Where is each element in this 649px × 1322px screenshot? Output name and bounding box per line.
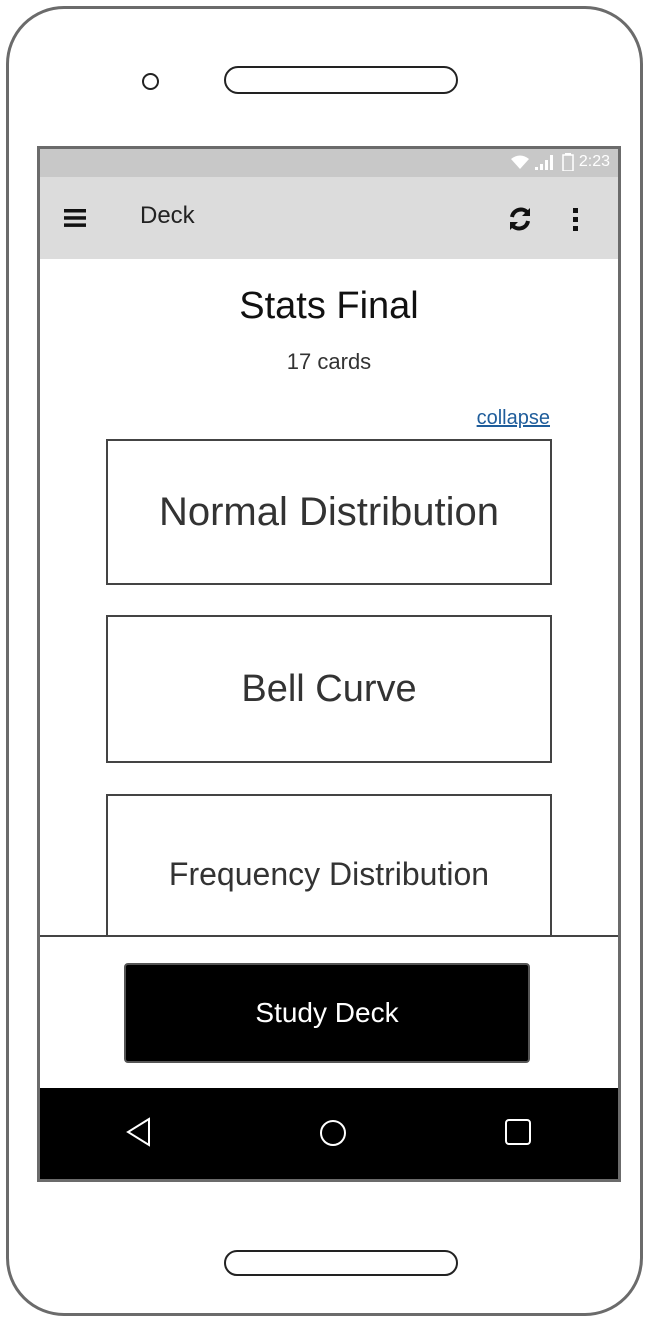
- battery-icon: [562, 153, 574, 171]
- front-camera: [142, 73, 159, 90]
- flashcard-label: Bell Curve: [241, 667, 417, 710]
- flashcard[interactable]: Bell Curve: [106, 615, 552, 763]
- flashcard[interactable]: Frequency Distribution: [106, 794, 552, 954]
- wifi-icon: [510, 155, 529, 169]
- status-icons: 2:23: [510, 153, 610, 171]
- deck-card-count: 17 cards: [286, 349, 372, 374]
- bottom-action-panel: Study Deck: [40, 935, 618, 1088]
- navigation-bar: [40, 1088, 618, 1179]
- recent-apps-icon[interactable]: [504, 1118, 532, 1146]
- flashcard-label: Normal Distribution: [158, 489, 500, 534]
- bottom-speaker: [224, 1250, 458, 1276]
- phone-screen: 2:23 Deck Stats Final 17 cards collapse …: [37, 146, 621, 1182]
- back-icon[interactable]: [124, 1116, 154, 1148]
- more-vertical-icon[interactable]: [568, 203, 584, 235]
- collapse-link[interactable]: collapse: [477, 407, 550, 430]
- deck-title: Stats Final: [239, 285, 419, 327]
- hamburger-menu-icon[interactable]: [64, 208, 86, 228]
- earpiece-speaker: [224, 66, 458, 94]
- status-time: 2:23: [578, 153, 610, 170]
- app-bar: Deck: [40, 177, 618, 259]
- flashcard[interactable]: Normal Distribution: [106, 439, 552, 585]
- study-deck-button[interactable]: Study Deck: [124, 963, 530, 1063]
- sync-icon[interactable]: [504, 203, 536, 235]
- signal-icon: [534, 155, 553, 170]
- flashcard-label: Frequency Distribution: [168, 855, 490, 892]
- status-bar: 2:23: [40, 149, 618, 177]
- home-icon[interactable]: [318, 1118, 348, 1148]
- app-bar-title: Deck: [140, 202, 195, 229]
